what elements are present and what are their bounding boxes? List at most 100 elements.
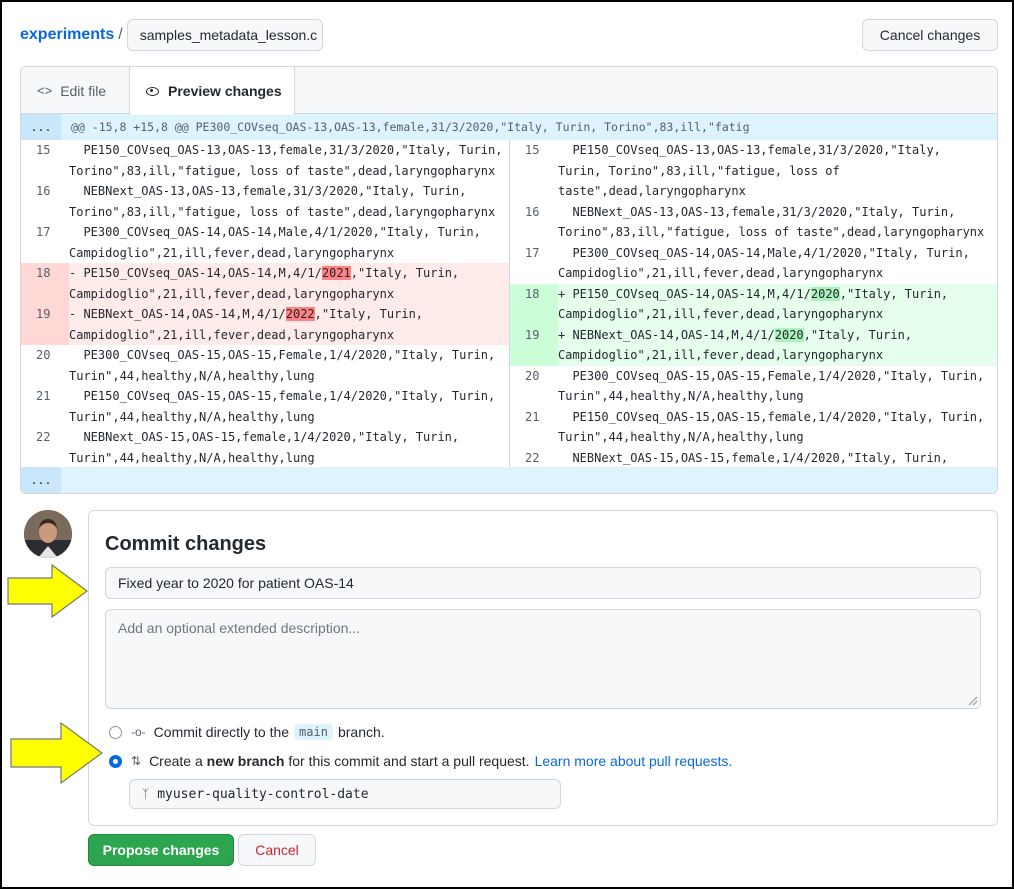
- line-number[interactable]: 16: [21, 181, 69, 222]
- filename-input[interactable]: samples_metadata_lesson.c: [126, 19, 323, 51]
- changed-word-highlight: 2020: [774, 327, 804, 342]
- line-code: - NEBNext_OAS-14,OAS-14,M,4/1/2022,"Ital…: [69, 304, 509, 345]
- line-code: PE150_COVseq_OAS-15,OAS-15,female,1/4/20…: [69, 389, 503, 424]
- line-number[interactable]: 21: [510, 407, 558, 448]
- context-line: 22 NEBNext_OAS-15,OAS-15,female,1/4/2020…: [21, 427, 509, 468]
- option-new-bold: new branch: [206, 753, 285, 769]
- added-line: 18 + PE150_COVseq_OAS-14,OAS-14,M,4/1/202…: [510, 283, 997, 325]
- line-number[interactable]: 17: [510, 243, 558, 284]
- repo-link[interactable]: experiments: [20, 26, 114, 44]
- git-pull-request-icon: ⇅: [131, 754, 142, 768]
- line-code-prefix: - PE150_COVseq_OAS-14,OAS-14,M,4/1/: [69, 266, 322, 280]
- commit-description-input[interactable]: Add an optional extended description...: [105, 609, 981, 709]
- file-header: experiments / samples_metadata_lesson.c …: [20, 19, 998, 51]
- context-line: 15 PE150_COVseq_OAS-13,OAS-13,female,31/…: [510, 140, 997, 202]
- added-line: 19 + NEBNext_OAS-14,OAS-14,M,4/1/2020,"It…: [510, 324, 997, 366]
- tab-edit-label: Edit file: [60, 82, 107, 99]
- line-number[interactable]: 20: [21, 345, 69, 386]
- line-number[interactable]: 16: [510, 202, 558, 243]
- line-number[interactable]: 18: [21, 263, 69, 304]
- context-line: 20 PE300_COVseq_OAS-15,OAS-15,Female,1/4…: [510, 366, 997, 407]
- learn-more-link[interactable]: Learn more about pull requests.: [535, 753, 733, 769]
- commit-summary-input[interactable]: Fixed year to 2020 for patient OAS-14: [105, 567, 981, 599]
- option-direct-suffix: branch.: [337, 724, 385, 740]
- diff-right-pane: 15 PE150_COVseq_OAS-13,OAS-13,female,31/…: [509, 140, 997, 485]
- context-line: 16 NEBNext_OAS-13,OAS-13,female,31/3/202…: [510, 202, 997, 243]
- line-number[interactable]: 20: [510, 366, 558, 407]
- branch-name-value: myuser-quality-control-date: [157, 786, 369, 802]
- option-new-suffix: for this commit and start a pull request…: [288, 753, 530, 769]
- context-line: 17 PE300_COVseq_OAS-14,OAS-14,Male,4/1/2…: [510, 243, 997, 284]
- line-number[interactable]: 19: [510, 324, 558, 366]
- cancel-button[interactable]: Cancel: [238, 834, 316, 866]
- expand-down-button[interactable]: ...: [21, 467, 61, 493]
- deleted-line: 19- NEBNext_OAS-14,OAS-14,M,4/1/2022,"It…: [21, 304, 509, 345]
- line-number[interactable]: 21: [21, 386, 69, 427]
- diff-left-pane: 15 PE150_COVseq_OAS-13,OAS-13,female,31/…: [21, 140, 509, 474]
- eye-icon: [146, 86, 159, 96]
- context-line: 15 PE150_COVseq_OAS-13,OAS-13,female,31/…: [21, 140, 509, 181]
- line-code-prefix: + NEBNext_OAS-14,OAS-14,M,4/1/: [558, 327, 775, 342]
- hunk-header: ... @@ -15,8 +15,8 @@ PE300_COVseq_OAS-1…: [21, 114, 997, 140]
- commit-title: Commit changes: [105, 533, 267, 555]
- line-code-prefix: + PE150_COVseq_OAS-14,OAS-14,M,4/1/: [558, 286, 811, 301]
- context-line: 21 PE150_COVseq_OAS-15,OAS-15,female,1/4…: [510, 407, 997, 448]
- radio-commit-direct[interactable]: [109, 725, 122, 739]
- commit-form: Commit changes Fixed year to 2020 for pa…: [88, 510, 998, 826]
- hunk-header-text: @@ -15,8 +15,8 @@ PE300_COVseq_OAS-13,OA…: [71, 120, 750, 134]
- annotation-arrow-icon: [10, 721, 104, 785]
- split-diff: 15 PE150_COVseq_OAS-13,OAS-13,female,31/…: [21, 140, 997, 485]
- propose-changes-button[interactable]: Propose changes: [88, 834, 234, 866]
- tab-preview-changes[interactable]: Preview changes: [129, 67, 295, 115]
- line-code: PE300_COVseq_OAS-15,OAS-15,Female,1/4/20…: [69, 348, 503, 383]
- resize-grip-icon[interactable]: [968, 696, 978, 706]
- tab-preview-label: Preview changes: [168, 83, 282, 99]
- line-code: NEBNext_OAS-13,OAS-13,female,31/3/2020,"…: [558, 204, 985, 240]
- tab-edit-file[interactable]: <> Edit file: [21, 67, 129, 114]
- line-code: PE150_COVseq_OAS-13,OAS-13,female,31/3/2…: [69, 143, 510, 178]
- main-branch-label: main: [294, 724, 333, 740]
- line-code: PE300_COVseq_OAS-14,OAS-14,Male,4/1/2020…: [558, 245, 978, 281]
- line-number[interactable]: 17: [21, 222, 69, 263]
- changed-word-highlight: 2021: [321, 266, 351, 280]
- annotation-arrow-icon: [7, 563, 89, 619]
- option-direct-text: Commit directly to the: [153, 724, 290, 740]
- context-line: 17 PE300_COVseq_OAS-14,OAS-14,Male,4/1/2…: [21, 222, 509, 263]
- context-line: 21 PE150_COVseq_OAS-15,OAS-15,female,1/4…: [21, 386, 509, 427]
- changed-word-highlight: 2020: [810, 286, 840, 301]
- line-code: NEBNext_OAS-13,OAS-13,female,31/3/2020,"…: [69, 184, 496, 219]
- context-line: 16 NEBNext_OAS-13,OAS-13,female,31/3/202…: [21, 181, 509, 222]
- line-number[interactable]: 15: [21, 140, 69, 181]
- line-number[interactable]: 18: [510, 283, 558, 325]
- line-code: PE150_COVseq_OAS-15,OAS-15,female,1/4/20…: [558, 409, 992, 445]
- changed-word-highlight: 2022: [285, 307, 315, 321]
- deleted-line: 18- PE150_COVseq_OAS-14,OAS-14,M,4/1/202…: [21, 263, 509, 304]
- description-placeholder: Add an optional extended description...: [118, 620, 361, 636]
- line-code-prefix: - NEBNext_OAS-14,OAS-14,M,4/1/: [69, 307, 286, 321]
- cancel-changes-button[interactable]: Cancel changes: [862, 19, 998, 51]
- git-commit-icon: -o-: [131, 725, 146, 739]
- path-separator: /: [118, 26, 123, 43]
- line-number[interactable]: 15: [510, 140, 558, 202]
- branch-name-input[interactable]: ᛉ myuser-quality-control-date: [129, 779, 561, 809]
- radio-new-branch[interactable]: [109, 754, 122, 768]
- option-new-text: Create a: [149, 753, 203, 769]
- line-code: + NEBNext_OAS-14,OAS-14,M,4/1/2020,"Ital…: [558, 325, 997, 366]
- line-number[interactable]: 22: [21, 427, 69, 468]
- line-code: PE300_COVseq_OAS-14,OAS-14,Male,4/1/2020…: [69, 225, 489, 260]
- line-code: NEBNext_OAS-15,OAS-15,female,1/4/2020,"I…: [69, 430, 467, 465]
- editor-tabs: <> Edit file Preview changes: [21, 67, 997, 115]
- expand-up-button[interactable]: ...: [21, 114, 61, 140]
- line-code: PE150_COVseq_OAS-13,OAS-13,female,31/3/2…: [558, 143, 949, 198]
- context-line: 20 PE300_COVseq_OAS-15,OAS-15,Female,1/4…: [21, 345, 509, 386]
- avatar: [24, 510, 72, 558]
- line-code: PE300_COVseq_OAS-15,OAS-15,Female,1/4/20…: [558, 368, 992, 404]
- line-number[interactable]: 19: [21, 304, 69, 345]
- line-code: + PE150_COVseq_OAS-14,OAS-14,M,4/1/2020,…: [558, 284, 997, 325]
- line-code: - PE150_COVseq_OAS-14,OAS-14,M,4/1/2021,…: [69, 263, 509, 304]
- git-branch-icon: ᛉ: [142, 787, 150, 801]
- option-new-branch[interactable]: ⇅ Create a new branch for this commit an…: [109, 751, 732, 771]
- file-editor: <> Edit file Preview changes ... @@ -15,…: [20, 66, 998, 494]
- option-commit-direct[interactable]: -o- Commit directly to the main branch.: [109, 722, 385, 742]
- hunk-footer: ...: [21, 467, 997, 493]
